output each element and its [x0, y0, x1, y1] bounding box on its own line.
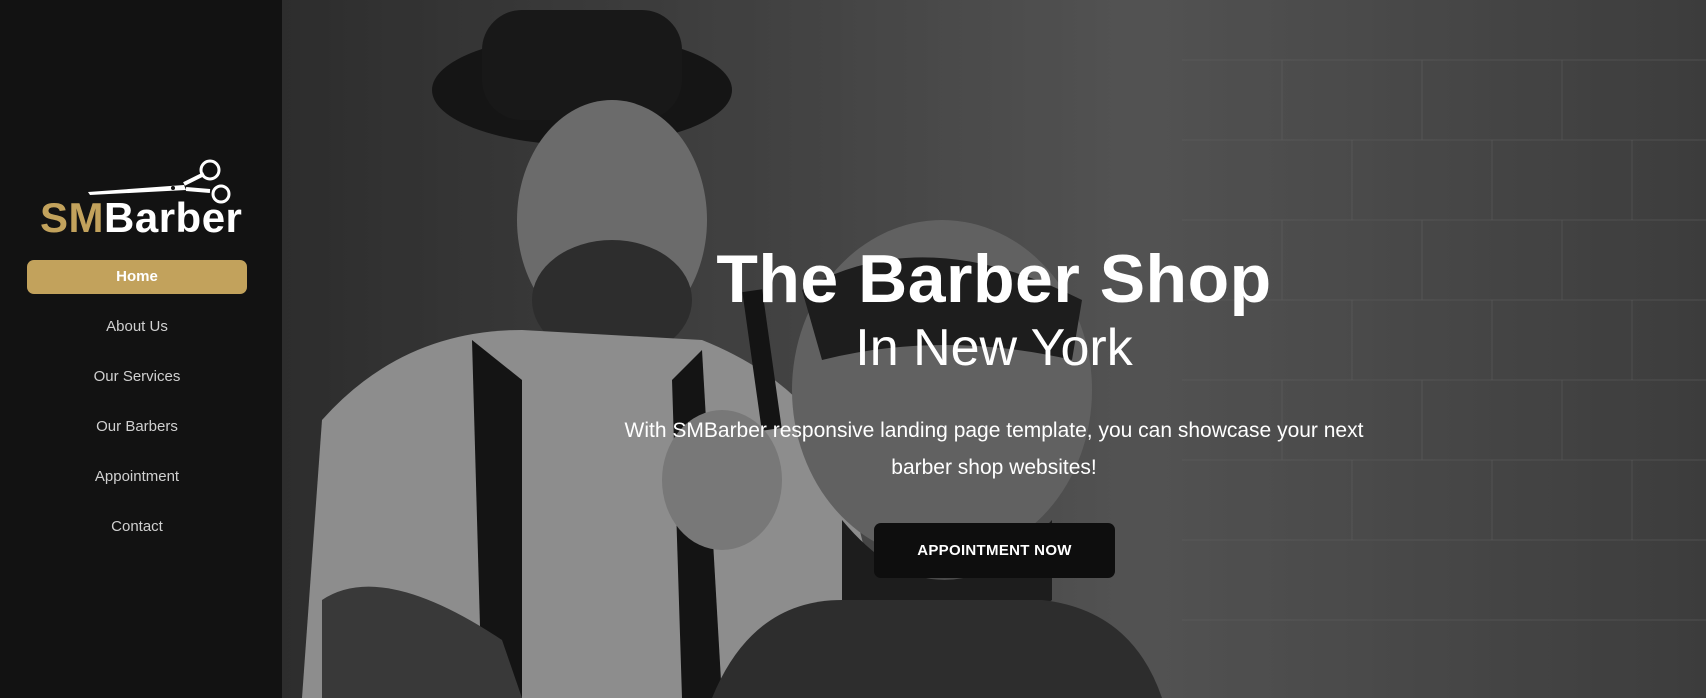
hero-section: The Barber Shop In New York With SMBarbe…: [282, 0, 1706, 698]
nav-item-appointment[interactable]: Appointment: [27, 460, 247, 494]
sidebar: SMBarber Home About Us Our Services Our …: [0, 0, 282, 698]
logo-text-sm: SM: [40, 194, 104, 241]
nav-item-our-services[interactable]: Our Services: [27, 360, 247, 394]
nav-item-contact[interactable]: Contact: [27, 510, 247, 544]
site-logo[interactable]: SMBarber: [40, 158, 243, 241]
hero-title: The Barber Shop: [716, 241, 1272, 317]
nav-item-our-barbers[interactable]: Our Barbers: [27, 410, 247, 444]
logo-text-barber: Barber: [104, 194, 243, 241]
main-nav: Home About Us Our Services Our Barbers A…: [27, 260, 247, 560]
hero-subtitle: In New York: [855, 319, 1133, 377]
appointment-now-button[interactable]: APPOINTMENT NOW: [874, 523, 1115, 578]
nav-item-home[interactable]: Home: [27, 260, 247, 294]
hero-description: With SMBarber responsive landing page te…: [624, 419, 1364, 479]
nav-item-about-us[interactable]: About Us: [27, 310, 247, 344]
